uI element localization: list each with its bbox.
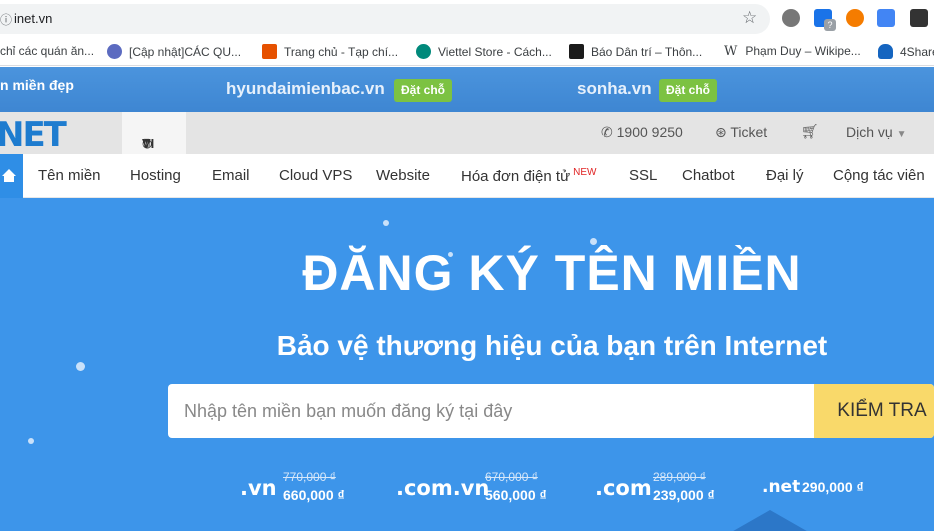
nav-item-e-invoice[interactable]: Hóa đơn điện tử NEW <box>461 167 596 185</box>
bookmark-item[interactable]: chỉ các quán ăn... <box>0 44 94 58</box>
domain-search-input[interactable] <box>168 384 814 438</box>
ticket-link[interactable]: ⊛ Ticket <box>715 124 767 141</box>
tld-label: .vn <box>240 476 277 500</box>
home-button[interactable] <box>0 154 23 198</box>
bookmark-label: Trang chủ - Tạp chí... <box>284 45 399 59</box>
decor-dot <box>383 220 389 226</box>
bookmark-item[interactable]: [Cập nhật]CÁC QU... <box>107 44 241 59</box>
service-dropdown[interactable]: Dịch vụ ▼ <box>846 124 906 140</box>
caret-down-icon: ▼ <box>896 129 907 140</box>
reserve-button[interactable]: Đặt chỗ <box>659 79 718 102</box>
tld-label: .com <box>595 476 652 500</box>
phone-icon: ✆ <box>601 125 613 141</box>
bookmark-item[interactable]: W Phạm Duy – Wikipe... <box>724 44 861 59</box>
decor-dot <box>28 438 34 444</box>
globe-icon <box>107 44 122 59</box>
bookmark-star-icon[interactable]: ☆ <box>742 8 757 28</box>
bookmark-item[interactable]: 4Share <box>878 44 934 59</box>
hero-title: ĐĂNG KÝ TÊN MIỀN <box>302 245 802 301</box>
nav-item-cloud-vps[interactable]: Cloud VPS <box>279 167 352 184</box>
decor-dot <box>76 362 85 371</box>
old-price: 770,000 ₫ <box>283 470 336 484</box>
new-price: 660,000 ₫ <box>283 487 345 503</box>
browser-address-bar: ⓘ inet.vn ☆ ? <box>0 0 934 36</box>
bookmark-item[interactable]: Viettel Store - Cách... <box>416 44 552 59</box>
gear-extension-icon[interactable] <box>782 9 800 27</box>
bookmarks-bar: chỉ các quán ăn... [Cập nhật]CÁC QU... T… <box>0 36 934 66</box>
logo[interactable]: NET <box>0 115 67 155</box>
nav-item-domain[interactable]: Tên miền <box>38 167 101 184</box>
promo-domain[interactable]: sonha.vn <box>577 79 652 99</box>
nav-item-ssl[interactable]: SSL <box>629 167 657 184</box>
site-header: NET ◍ VI ▼ ✆ 1900 9250 ⊛ Ticket 🛒︎ Dịch … <box>0 112 934 155</box>
nav-item-collaborator[interactable]: Cộng tác viên <box>833 167 925 184</box>
service-label: Dịch vụ <box>846 124 893 140</box>
home-icon <box>2 169 16 182</box>
bookmark-label: Phạm Duy – Wikipe... <box>745 44 861 58</box>
d-icon <box>569 44 584 59</box>
nav-item-website[interactable]: Website <box>376 167 430 184</box>
cart-icon[interactable]: 🛒︎ <box>801 124 819 140</box>
promo-left-text: n miền đẹp <box>0 77 74 93</box>
info-icon[interactable]: ⓘ <box>0 11 12 28</box>
extension-badge: ? <box>824 19 836 31</box>
domain-search-box: KIỂM TRA <box>168 384 934 438</box>
colorful-icon <box>262 44 277 59</box>
new-price: 560,000 ₫ <box>485 487 547 503</box>
language-selector[interactable]: ◍ VI ▼ <box>122 112 186 154</box>
viettel-icon <box>416 44 431 59</box>
nav-item-email[interactable]: Email <box>212 167 250 184</box>
bookmark-item[interactable]: Trang chủ - Tạp chí... <box>262 44 398 59</box>
url-field[interactable] <box>0 4 770 34</box>
hero-section: ĐĂNG KÝ TÊN MIỀN Bảo vệ thương hiệu của … <box>0 198 934 531</box>
cloud-icon <box>878 44 893 59</box>
main-nav: Tên miền Hosting Email Cloud VPS Website… <box>0 154 934 198</box>
phone-number: 1900 9250 <box>616 124 683 140</box>
nav-item-chatbot[interactable]: Chatbot <box>682 167 735 184</box>
tld-label: .net <box>762 477 801 497</box>
hero-subtitle: Bảo vệ thương hiệu của bạn trên Internet <box>276 330 828 361</box>
translate-extension-icon[interactable] <box>877 9 895 27</box>
bookmark-label: Báo Dân trí – Thôn... <box>591 45 703 59</box>
bookmark-label: Viettel Store - Cách... <box>438 45 552 59</box>
nav-item-hosting[interactable]: Hosting <box>130 167 181 184</box>
old-price: 670,000 ₫ <box>485 470 538 484</box>
nav-item-agency[interactable]: Đại lý <box>766 167 804 184</box>
ticket-label: Ticket <box>730 124 768 140</box>
flower-extension-icon[interactable] <box>846 9 864 27</box>
url-text[interactable]: inet.vn <box>14 11 52 26</box>
nav-item-label: Hóa đơn điện tử <box>461 168 571 185</box>
m-extension-icon[interactable] <box>910 9 928 27</box>
bookmark-label: 4Share <box>900 45 934 59</box>
promo-domain[interactable]: hyundaimienbac.vn <box>226 79 385 99</box>
caret-down-icon: ▼ <box>142 136 151 146</box>
reserve-button[interactable]: Đặt chỗ <box>394 79 453 102</box>
new-price: 239,000 ₫ <box>653 487 715 503</box>
new-price: 290,000 ₫ <box>802 479 864 495</box>
new-badge: NEW <box>573 167 597 178</box>
tld-label: .com.vn <box>396 476 490 500</box>
phone-link[interactable]: ✆ 1900 9250 <box>601 124 683 141</box>
check-domain-button[interactable]: KIỂM TRA <box>814 384 934 438</box>
old-price: 289,000 ₫ <box>653 470 706 484</box>
promo-strip: n miền đẹp hyundaimienbac.vn Đặt chỗ son… <box>0 67 934 112</box>
bookmark-label: [Cập nhật]CÁC QU... <box>129 45 242 59</box>
decor-shape <box>700 510 840 531</box>
bookmark-label: chỉ các quán ăn... <box>0 44 95 58</box>
bookmark-item[interactable]: Báo Dân trí – Thôn... <box>569 44 702 59</box>
wikipedia-icon: W <box>724 44 738 59</box>
lifebuoy-icon: ⊛ <box>715 125 727 141</box>
